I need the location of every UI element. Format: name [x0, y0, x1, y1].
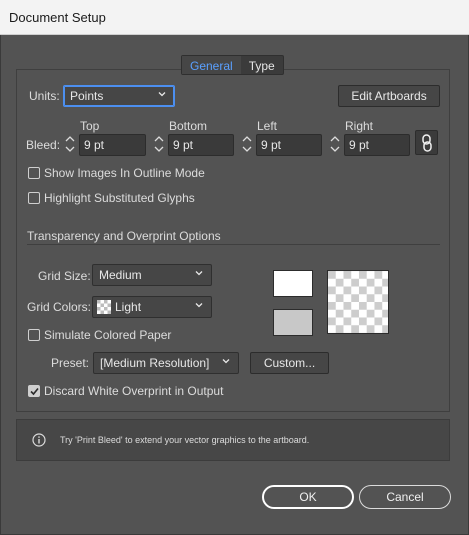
- grid-colors-select[interactable]: Light: [92, 296, 212, 318]
- highlight-glyphs-label: Highlight Substituted Glyphs: [44, 191, 195, 205]
- section-divider: [27, 244, 440, 245]
- grid-size-select[interactable]: Medium: [92, 264, 212, 286]
- bleed-bottom-stepper[interactable]: [153, 134, 165, 154]
- title-bar: Document Setup: [0, 0, 469, 35]
- ok-button[interactable]: OK: [262, 485, 354, 509]
- bleed-right-header: Right: [345, 119, 374, 133]
- cancel-button[interactable]: Cancel: [359, 485, 451, 509]
- checkmark-icon: [30, 387, 39, 396]
- grid-size-label: Grid Size:: [38, 269, 91, 283]
- units-value: Points: [70, 89, 104, 103]
- grid-size-value: Medium: [99, 268, 142, 282]
- chevron-down-icon: [195, 271, 203, 276]
- bleed-top-stepper[interactable]: [64, 134, 76, 154]
- chevron-down-icon: [222, 359, 230, 364]
- info-icon: [32, 433, 46, 447]
- grid-colors-value: Light: [115, 300, 142, 314]
- link-icon: [422, 134, 432, 152]
- bleed-left-field[interactable]: 9 pt: [256, 134, 322, 156]
- simulate-paper-label: Simulate Colored Paper: [44, 328, 172, 342]
- preset-select[interactable]: [Medium Resolution]: [93, 352, 239, 374]
- info-text: Try 'Print Bleed' to extend your vector …: [60, 435, 310, 445]
- discard-white-label: Discard White Overprint in Output: [44, 384, 224, 398]
- show-images-outline-checkbox[interactable]: [28, 167, 40, 179]
- tab-bar: General Type: [181, 55, 284, 75]
- highlight-glyphs-checkbox[interactable]: [28, 192, 40, 204]
- bleed-label: Bleed:: [26, 138, 61, 152]
- tab-type[interactable]: Type: [241, 56, 283, 74]
- custom-button[interactable]: Custom...: [250, 352, 329, 374]
- bleed-bottom-field[interactable]: 9 pt: [168, 134, 234, 156]
- bleed-top-header: Top: [80, 119, 100, 133]
- tab-general[interactable]: General: [182, 56, 241, 74]
- grid-color-swatch-top[interactable]: [273, 270, 313, 297]
- edit-artboards-button[interactable]: Edit Artboards: [338, 85, 440, 107]
- bleed-right-field[interactable]: 9 pt: [344, 134, 410, 156]
- bleed-right-stepper[interactable]: [329, 134, 341, 154]
- transparency-grid-preview: [327, 270, 389, 334]
- grid-color-swatch-bottom[interactable]: [273, 309, 313, 336]
- discard-white-checkbox[interactable]: [28, 385, 40, 397]
- show-images-outline-label: Show Images In Outline Mode: [44, 166, 205, 180]
- units-label: Units:: [29, 89, 60, 103]
- window-title: Document Setup: [9, 10, 106, 25]
- units-select[interactable]: Points: [63, 85, 175, 107]
- chevron-down-icon: [158, 92, 166, 97]
- bleed-bottom-header: Bottom: [169, 119, 208, 133]
- transparency-section-title: Transparency and Overprint Options: [27, 229, 221, 243]
- checker-swatch-icon: [97, 300, 111, 314]
- info-bar: Try 'Print Bleed' to extend your vector …: [16, 419, 450, 461]
- grid-colors-label: Grid Colors:: [27, 300, 92, 314]
- bleed-left-stepper[interactable]: [241, 134, 253, 154]
- preset-value: [Medium Resolution]: [100, 356, 210, 370]
- bleed-top-field[interactable]: 9 pt: [79, 134, 146, 156]
- simulate-paper-checkbox[interactable]: [28, 329, 40, 341]
- preset-label: Preset:: [51, 356, 90, 370]
- chevron-down-icon: [195, 303, 203, 308]
- link-bleed-button[interactable]: [415, 130, 438, 155]
- bleed-left-header: Left: [257, 119, 278, 133]
